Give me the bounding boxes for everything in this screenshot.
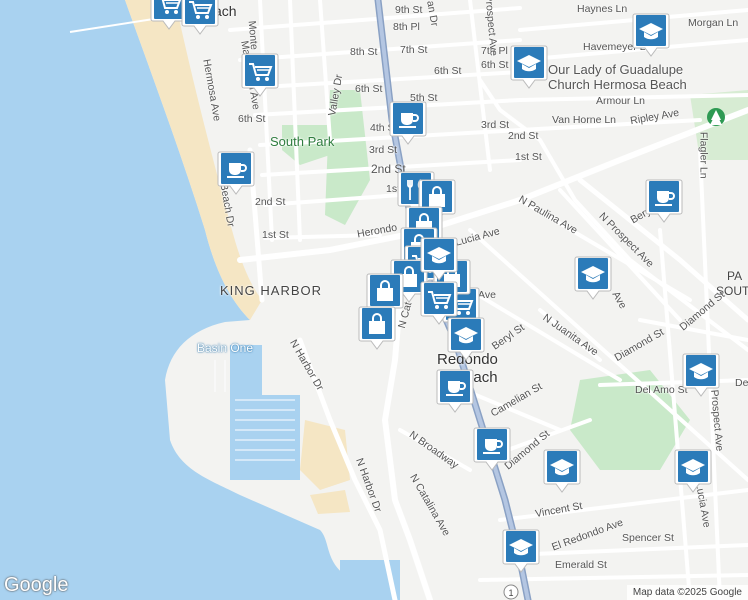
poi-marker[interactable] — [473, 426, 511, 472]
street-label: 3rd St — [369, 144, 398, 156]
street-label: Armour Ln — [596, 95, 646, 107]
church-label-1: Our Lady of Guadalupe — [548, 62, 684, 77]
street-label: Haynes Ln — [577, 3, 628, 15]
poi-marker[interactable] — [358, 305, 396, 351]
street-label: 8th Pl — [393, 21, 420, 33]
google-logo: Google — [4, 574, 69, 596]
basin-one-label: Basin One — [197, 341, 254, 355]
map-canvas[interactable]: 1 KING HARBOR Basin One South Park Redon… — [0, 0, 748, 600]
street-label: 3rd St — [481, 119, 510, 131]
poi-marker[interactable] — [420, 236, 458, 282]
poi-marker[interactable] — [632, 12, 670, 58]
south-park-label: South Park — [270, 134, 335, 149]
street-label: 6th St — [355, 83, 383, 95]
poi-marker[interactable] — [502, 528, 540, 574]
church-label-2: Church Hermosa Beach — [548, 77, 687, 92]
street-label: Emerald St — [555, 559, 607, 571]
street-label: Del Amo St — [635, 384, 688, 396]
street-label: Morgan Ln — [688, 17, 739, 29]
route-shield-number: 1 — [508, 588, 513, 598]
street-label: Spencer St — [622, 532, 674, 544]
street-label: 9th St — [395, 4, 423, 16]
poi-marker[interactable] — [436, 368, 474, 414]
poi-marker[interactable] — [241, 52, 279, 98]
street-label: 2nd St — [508, 130, 539, 142]
street-label: Monte — [245, 20, 261, 51]
poi-marker[interactable] — [217, 150, 255, 196]
street-label: 8th St — [350, 46, 378, 58]
street-label: De — [735, 377, 748, 389]
poi-marker[interactable] — [574, 255, 612, 301]
street-label: Flagler Ln — [697, 131, 710, 179]
street-label: 1st St — [515, 151, 542, 163]
poi-marker[interactable] — [543, 448, 581, 494]
poi-marker[interactable] — [181, 0, 219, 36]
map-attribution[interactable]: Map data ©2025 Google — [626, 585, 748, 600]
street-label: 6th St — [238, 113, 266, 125]
street-label: 7th St — [400, 44, 428, 56]
poi-marker[interactable] — [682, 352, 720, 398]
street-label: 1st St — [262, 229, 289, 241]
street-label: Ave — [478, 289, 496, 301]
poi-marker[interactable] — [674, 448, 712, 494]
poi-marker[interactable] — [645, 178, 683, 224]
king-harbor-label: KING HARBOR — [220, 283, 323, 298]
street-label: Van Horne Ln — [552, 114, 617, 126]
area-label-1: PA — [727, 269, 743, 283]
poi-marker[interactable] — [389, 100, 427, 146]
street-label: 6th St — [481, 59, 509, 71]
poi-marker[interactable] — [510, 44, 548, 90]
street-label: 6th St — [434, 65, 462, 77]
street-label: 2nd St — [255, 196, 286, 208]
poi-marker[interactable] — [420, 280, 458, 326]
